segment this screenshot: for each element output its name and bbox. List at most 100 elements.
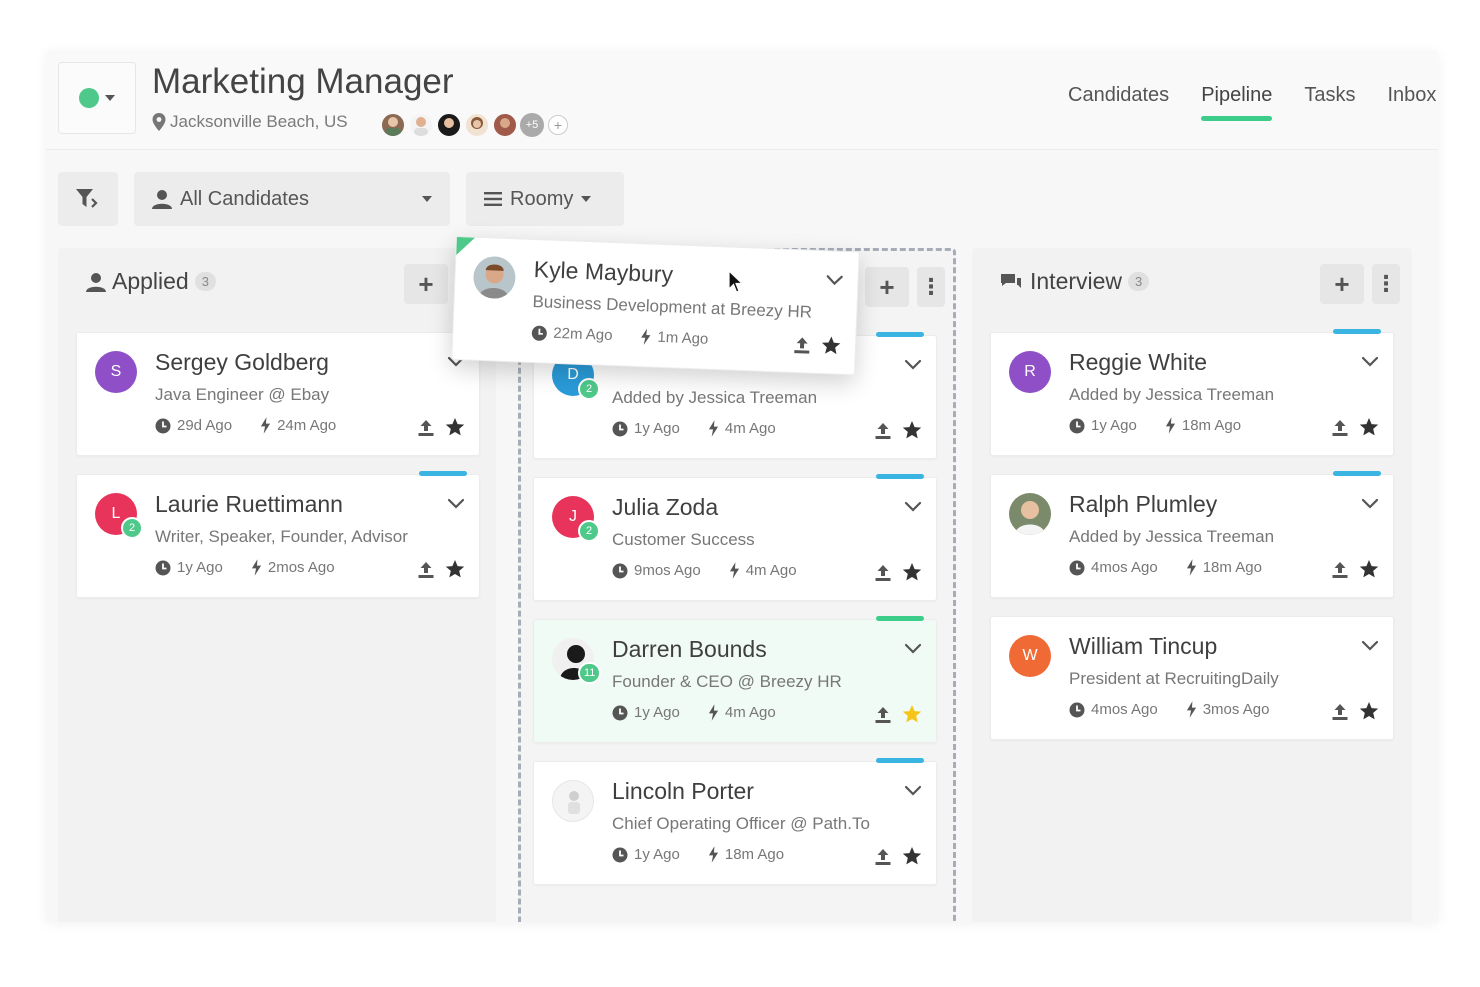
view-density-dropdown[interactable]: Roomy xyxy=(466,172,624,226)
candidate-card[interactable]: J2 Julia Zoda Customer Success 9mos Ago … xyxy=(533,474,937,601)
candidate-meta: 4mos Ago 3mos Ago xyxy=(1069,701,1269,718)
activity-time: 18m Ago xyxy=(1202,559,1262,576)
upload-icon[interactable] xyxy=(874,564,892,582)
candidate-meta: 1y Ago 18m Ago xyxy=(1069,417,1241,434)
chevron-down-icon[interactable] xyxy=(904,782,922,800)
upload-icon[interactable] xyxy=(874,848,892,866)
tab-pipeline[interactable]: Pipeline xyxy=(1201,84,1273,121)
column-more-button[interactable]: ⋮ xyxy=(1372,264,1400,304)
bolt-icon xyxy=(640,328,652,345)
clock-icon xyxy=(612,847,628,863)
team-avatar[interactable] xyxy=(380,112,406,138)
candidate-meta: 1y Ago 4m Ago xyxy=(612,420,776,437)
chevron-down-icon[interactable] xyxy=(904,498,922,516)
star-icon[interactable] xyxy=(1359,417,1379,437)
job-header: Marketing Manager Jacksonville Beach, US… xyxy=(46,50,1438,150)
candidate-card[interactable]: Lincoln Porter Chief Operating Officer @… xyxy=(533,758,937,885)
dragged-candidate-card[interactable]: Kyle Maybury Business Development at Bre… xyxy=(451,236,860,376)
column-applied: Applied 3 + S Sergey Goldberg Java Engin… xyxy=(58,248,496,922)
avatar: W xyxy=(1009,635,1051,677)
candidate-name[interactable]: Sergey Goldberg xyxy=(155,349,329,376)
team-more-count[interactable]: +5 xyxy=(520,113,544,137)
upload-icon[interactable] xyxy=(1331,419,1349,437)
upload-icon[interactable] xyxy=(1331,703,1349,721)
add-candidate-button[interactable]: + xyxy=(1320,264,1364,304)
star-icon-active[interactable] xyxy=(902,704,922,724)
upload-icon[interactable] xyxy=(874,706,892,724)
team-avatar[interactable] xyxy=(492,112,518,138)
upload-icon[interactable] xyxy=(874,422,892,440)
upload-icon[interactable] xyxy=(1331,561,1349,579)
applied-time: 22m Ago xyxy=(553,324,613,345)
star-icon[interactable] xyxy=(902,846,922,866)
candidate-name[interactable]: Reggie White xyxy=(1069,349,1207,376)
avatar xyxy=(472,255,517,300)
applied-time: 9mos Ago xyxy=(634,562,701,579)
avatar: R xyxy=(1009,351,1051,393)
tab-tasks[interactable]: Tasks xyxy=(1304,84,1355,121)
candidate-card[interactable]: S Sergey Goldberg Java Engineer @ Ebay 2… xyxy=(76,332,480,456)
candidate-name[interactable]: Kyle Maybury xyxy=(533,256,673,288)
team-avatar[interactable] xyxy=(436,112,462,138)
star-icon[interactable] xyxy=(1359,559,1379,579)
upload-icon[interactable] xyxy=(417,561,435,579)
candidate-name[interactable]: Laurie Ruettimann xyxy=(155,491,343,518)
chevron-down-icon[interactable] xyxy=(447,495,465,513)
avatar: 11 xyxy=(552,638,602,684)
add-team-member-button[interactable]: + xyxy=(548,115,568,135)
candidate-subtitle: Founder & CEO @ Breezy HR xyxy=(612,672,842,691)
filter-button[interactable] xyxy=(58,172,118,226)
candidate-subtitle: Chief Operating Officer @ Path.To xyxy=(612,814,870,833)
candidate-name[interactable]: Julia Zoda xyxy=(612,494,718,521)
candidate-name[interactable]: Darren Bounds xyxy=(612,636,767,663)
star-icon[interactable] xyxy=(821,335,842,356)
card-corner-marker xyxy=(456,237,475,256)
team-avatar[interactable] xyxy=(464,112,490,138)
chevron-down-icon[interactable] xyxy=(904,640,922,658)
candidate-subtitle: Added by Jessica Treeman xyxy=(612,388,818,407)
star-icon[interactable] xyxy=(902,420,922,440)
candidate-subtitle: Writer, Speaker, Founder, Advisor xyxy=(155,527,408,546)
candidate-card[interactable]: W William Tincup President at Recruiting… xyxy=(990,616,1394,740)
chevron-down-icon[interactable] xyxy=(904,356,922,374)
avatar: S xyxy=(95,351,137,393)
chevron-down-icon[interactable] xyxy=(825,271,844,290)
candidate-card[interactable]: L2 Laurie Ruettimann Writer, Speaker, Fo… xyxy=(76,471,480,598)
star-icon[interactable] xyxy=(445,559,465,579)
chevron-down-icon[interactable] xyxy=(1361,637,1379,655)
chevron-down-icon[interactable] xyxy=(1361,495,1379,513)
candidate-name[interactable]: William Tincup xyxy=(1069,633,1217,660)
add-candidate-button[interactable]: + xyxy=(404,264,448,304)
applied-time: 1y Ago xyxy=(634,846,680,863)
bolt-icon xyxy=(708,846,719,863)
candidate-card[interactable]: R Reggie White Added by Jessica Treeman … xyxy=(990,329,1394,456)
candidate-meta: 9mos Ago 4m Ago xyxy=(612,562,797,579)
job-nav-tabs: Candidates Pipeline Tasks Inbox xyxy=(1068,84,1436,121)
activity-time: 3mos Ago xyxy=(1202,701,1270,718)
candidate-card[interactable]: 11 Darren Bounds Founder & CEO @ Breezy … xyxy=(533,616,937,743)
column-more-button[interactable]: ⋮ xyxy=(917,267,945,307)
chevron-down-icon[interactable] xyxy=(1361,353,1379,371)
candidate-subtitle: President at RecruitingDaily xyxy=(1069,669,1279,688)
tab-candidates[interactable]: Candidates xyxy=(1068,84,1169,121)
column-header: Applied 3 + xyxy=(58,248,496,318)
star-icon[interactable] xyxy=(445,417,465,437)
candidate-name[interactable]: Lincoln Porter xyxy=(612,778,754,805)
tab-inbox[interactable]: Inbox xyxy=(1387,84,1436,121)
bolt-icon xyxy=(1165,417,1176,434)
candidates-filter-dropdown[interactable]: All Candidates xyxy=(134,172,450,226)
upload-icon[interactable] xyxy=(793,336,812,355)
candidates-filter-label: All Candidates xyxy=(180,187,309,210)
caret-down-icon xyxy=(581,196,592,202)
status-toggle[interactable] xyxy=(58,62,136,134)
count-badge: 2 xyxy=(578,520,600,542)
team-avatar[interactable] xyxy=(408,112,434,138)
star-icon[interactable] xyxy=(902,562,922,582)
candidate-card[interactable]: Ralph Plumley Added by Jessica Treeman 4… xyxy=(990,471,1394,598)
candidate-name[interactable]: Ralph Plumley xyxy=(1069,491,1217,518)
add-candidate-button[interactable]: + xyxy=(865,267,909,307)
applied-time: 29d Ago xyxy=(177,417,233,434)
upload-icon[interactable] xyxy=(417,419,435,437)
star-icon[interactable] xyxy=(1359,701,1379,721)
avatar: J2 xyxy=(552,496,600,542)
